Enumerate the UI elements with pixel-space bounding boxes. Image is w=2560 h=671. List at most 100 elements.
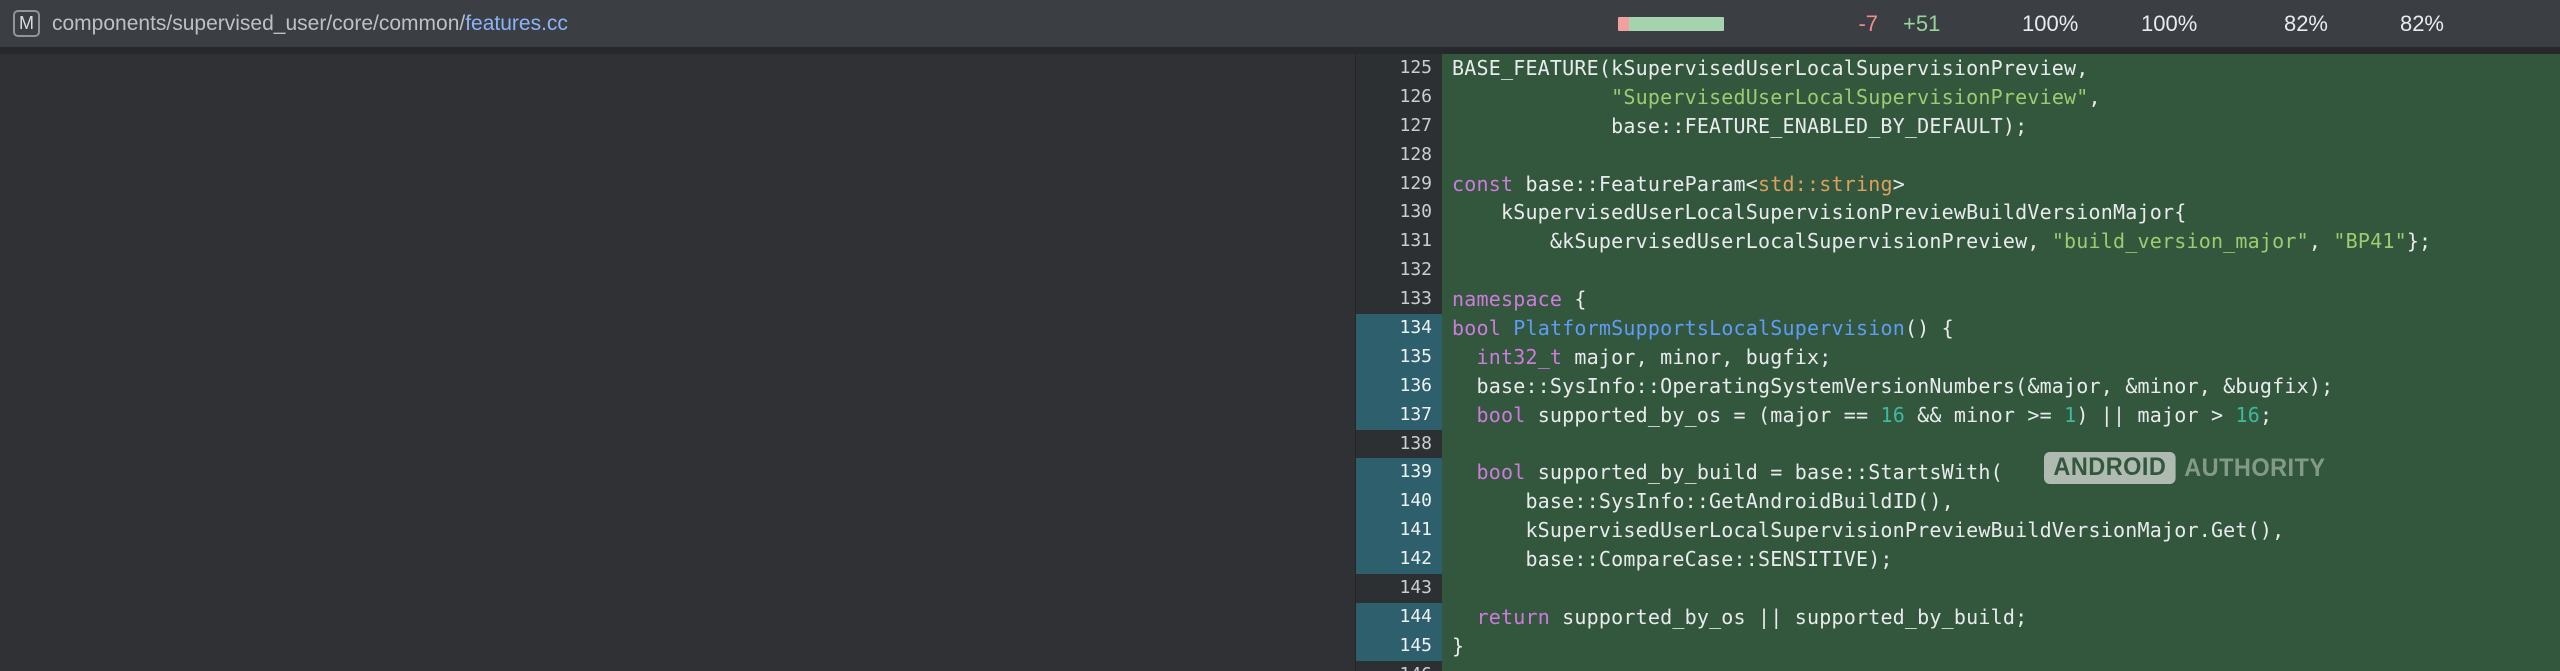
diff-row: 129const base::FeatureParam<std::string>	[1355, 170, 2560, 199]
code-line[interactable]: BASE_FEATURE(kSupervisedUserLocalSupervi…	[1442, 54, 2560, 83]
file-status-badge: M	[13, 10, 40, 37]
code-token: base::SysInfo::GetAndroidBuildID(),	[1452, 489, 1954, 513]
diff-row: 143	[1355, 574, 2560, 603]
diff-row: 139 bool supported_by_build = base::Star…	[1355, 458, 2560, 487]
code-token: bool	[1476, 460, 1525, 484]
code-line[interactable]	[1442, 141, 2560, 170]
code-line[interactable]: base::FEATURE_ENABLED_BY_DEFAULT);	[1442, 112, 2560, 141]
code-line[interactable]: bool PlatformSupportsLocalSupervision() …	[1442, 314, 2560, 343]
line-number[interactable]: 129	[1355, 170, 1442, 199]
diff-row: 133namespace {	[1355, 285, 2560, 314]
line-number[interactable]: 145	[1355, 632, 1442, 661]
code-line[interactable]	[1442, 256, 2560, 285]
line-number[interactable]: 130	[1355, 198, 1442, 227]
code-token: ,	[2089, 85, 2101, 109]
line-number[interactable]: 128	[1355, 141, 1442, 170]
stat-percent-3: 82%	[2262, 0, 2328, 47]
code-line[interactable]	[1442, 574, 2560, 603]
code-line[interactable]: kSupervisedUserLocalSupervisionPreviewBu…	[1442, 198, 2560, 227]
code-token: "build_version_major"	[2052, 229, 2309, 253]
code-line[interactable]: base::SysInfo::GetAndroidBuildID(),	[1442, 487, 2560, 516]
diff-left-pane-empty	[0, 54, 1355, 671]
insertions-count: +51	[1903, 0, 1940, 47]
diff-row: 125BASE_FEATURE(kSupervisedUserLocalSupe…	[1355, 54, 2560, 83]
code-token	[1452, 605, 1476, 629]
line-number[interactable]: 140	[1355, 487, 1442, 516]
code-line[interactable]: bool supported_by_build = base::StartsWi…	[1442, 458, 2560, 487]
code-line[interactable]: }	[1442, 632, 2560, 661]
line-number[interactable]: 127	[1355, 112, 1442, 141]
code-token: 16	[2235, 403, 2259, 427]
diff-row: 130 kSupervisedUserLocalSupervisionPrevi…	[1355, 198, 2560, 227]
line-number[interactable]: 141	[1355, 516, 1442, 545]
code-line[interactable]	[1442, 430, 2560, 459]
line-number[interactable]: 146	[1355, 661, 1442, 671]
code-token: () {	[1905, 316, 1954, 340]
code-token: ;	[2260, 403, 2272, 427]
line-number[interactable]: 125	[1355, 54, 1442, 83]
line-number[interactable]: 144	[1355, 603, 1442, 632]
code-token: };	[2407, 229, 2431, 253]
code-line[interactable]: "SupervisedUserLocalSupervisionPreview",	[1442, 83, 2560, 112]
code-token	[1452, 403, 1476, 427]
diff-row: 137 bool supported_by_os = (major == 16 …	[1355, 401, 2560, 430]
code-line[interactable]: namespace {	[1442, 285, 2560, 314]
line-number[interactable]: 143	[1355, 574, 1442, 603]
line-number[interactable]: 135	[1355, 343, 1442, 372]
stat-percent-2: 100%	[2141, 0, 2197, 47]
line-number[interactable]: 139	[1355, 458, 1442, 487]
code-token: supported_by_build = base::StartsWith(	[1525, 460, 2002, 484]
code-line[interactable]: &kSupervisedUserLocalSupervisionPreview,…	[1442, 227, 2560, 256]
diff-row: 142 base::CompareCase::SENSITIVE);	[1355, 545, 2560, 574]
line-number[interactable]: 137	[1355, 401, 1442, 430]
line-number[interactable]: 133	[1355, 285, 1442, 314]
code-token	[1452, 345, 1476, 369]
code-token: ) || major >	[2076, 403, 2235, 427]
code-token: base::FEATURE_ENABLED_BY_DEFAULT);	[1452, 114, 2027, 138]
code-token: kSupervisedUserLocalSupervisionPreviewBu…	[1452, 518, 2284, 542]
code-line[interactable]: int32_t major, minor, bugfix;	[1442, 343, 2560, 372]
line-number[interactable]: 131	[1355, 227, 1442, 256]
line-number[interactable]: 134	[1355, 314, 1442, 343]
code-line[interactable]: kSupervisedUserLocalSupervisionPreviewBu…	[1442, 516, 2560, 545]
diff-ratio-bar	[1618, 17, 1724, 31]
code-line[interactable]: base::SysInfo::OperatingSystemVersionNum…	[1442, 372, 2560, 401]
line-number[interactable]: 136	[1355, 372, 1442, 401]
file-name: features.cc	[465, 12, 568, 35]
code-token: kSupervisedUserLocalSupervisionPreviewBu…	[1452, 200, 2186, 224]
code-token: ,	[2309, 229, 2333, 253]
code-line[interactable]: const base::FeatureParam<std::string>	[1442, 170, 2560, 199]
file-path[interactable]: components/supervised_user/core/common/f…	[52, 0, 568, 47]
stat-percent-4: 82%	[2378, 0, 2444, 47]
code-token: 16	[1880, 403, 1904, 427]
code-line[interactable]: bool supported_by_os = (major == 16 && m…	[1442, 401, 2560, 430]
code-token: const	[1452, 172, 1513, 196]
line-number[interactable]: 142	[1355, 545, 1442, 574]
diff-row: 134bool PlatformSupportsLocalSupervision…	[1355, 314, 2560, 343]
code-token: base::SysInfo::OperatingSystemVersionNum…	[1452, 374, 2333, 398]
code-token: supported_by_os = (major ==	[1525, 403, 1880, 427]
code-token: return	[1476, 605, 1549, 629]
line-number[interactable]: 132	[1355, 256, 1442, 285]
code-rows: 125BASE_FEATURE(kSupervisedUserLocalSupe…	[1355, 54, 2560, 671]
diff-row: 136 base::SysInfo::OperatingSystemVersio…	[1355, 372, 2560, 401]
diff-row: 145}	[1355, 632, 2560, 661]
diff-row: 135 int32_t major, minor, bugfix;	[1355, 343, 2560, 372]
code-line[interactable]: base::CompareCase::SENSITIVE);	[1442, 545, 2560, 574]
watermark-android-label: ANDROID	[2044, 452, 2176, 484]
code-line[interactable]	[1442, 661, 2560, 671]
code-token: int32_t	[1476, 345, 1562, 369]
code-token	[1452, 460, 1476, 484]
code-line[interactable]: return supported_by_os || supported_by_b…	[1442, 603, 2560, 632]
diff-row: 144 return supported_by_os || supported_…	[1355, 603, 2560, 632]
code-token: "SupervisedUserLocalSupervisionPreview"	[1611, 85, 2088, 109]
diff-row: 140 base::SysInfo::GetAndroidBuildID(),	[1355, 487, 2560, 516]
code-token: PlatformSupportsLocalSupervision	[1513, 316, 1905, 340]
line-number[interactable]: 138	[1355, 430, 1442, 459]
line-number[interactable]: 126	[1355, 83, 1442, 112]
code-token: {	[1562, 287, 1586, 311]
stat-percent-1: 100%	[2022, 0, 2078, 47]
file-header: M components/supervised_user/core/common…	[0, 0, 2560, 47]
code-token: base::CompareCase::SENSITIVE);	[1452, 547, 1893, 571]
code-token: &kSupervisedUserLocalSupervisionPreview,	[1452, 229, 2052, 253]
